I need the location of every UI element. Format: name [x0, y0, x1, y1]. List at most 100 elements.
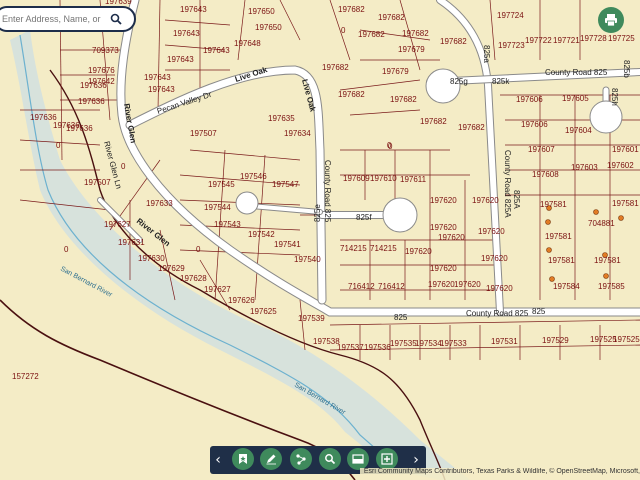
point-marker — [545, 219, 551, 225]
road-label: County Road 825A — [503, 150, 512, 218]
parcel-id: 197531 — [491, 337, 518, 346]
parcel-id: 197723 — [498, 41, 525, 50]
parcel-id: 197620 — [430, 196, 457, 205]
parcel-id: 197728 — [580, 34, 607, 43]
parcel-id: 197611 — [400, 175, 427, 184]
print-button[interactable] — [598, 7, 624, 33]
parcel-id: 709373 — [92, 46, 119, 55]
parcel-id: 197534 — [415, 339, 442, 348]
parcel-id: 197679 — [398, 45, 425, 54]
parcel-id: 197682 — [378, 13, 405, 22]
parcel-id: 197620 — [405, 247, 432, 256]
add-data-button[interactable] — [376, 448, 398, 470]
search-button[interactable] — [104, 9, 128, 29]
cul-de-sac-825h — [589, 100, 623, 134]
cul-de-sac-west — [235, 191, 259, 215]
parcel-id: 197581 — [540, 200, 567, 209]
search-input[interactable] — [0, 13, 104, 25]
parcel-id: 197636 — [78, 97, 105, 106]
parcel-id: 197602 — [607, 161, 634, 170]
road-label: County Road 825 — [466, 309, 529, 318]
parcel-id: 197620 — [430, 223, 457, 232]
road-label: 825h — [610, 88, 619, 106]
parcel-id: 197643 — [180, 5, 207, 14]
road-label: 825 — [394, 313, 408, 322]
parcel-id: 197620 — [472, 196, 499, 205]
parcel-id: 197525 — [613, 335, 640, 344]
parcel-id: 197682 — [420, 117, 447, 126]
parcel-id: 197610 — [370, 174, 397, 183]
chevron-right-icon: › — [413, 452, 419, 468]
parcel-id: 197609 — [343, 174, 370, 183]
parcel-id: 197722 — [525, 36, 552, 45]
parcel-id: 197581 — [594, 256, 621, 265]
parcel-id: 197507 — [84, 178, 111, 187]
parcel-id: 197682 — [338, 5, 365, 14]
road-label: 825a — [482, 45, 491, 63]
parcel-id: 197539 — [298, 314, 325, 323]
draw-pencil-icon — [266, 454, 276, 465]
measure-icon — [296, 454, 306, 465]
parcel-id: 197620 — [481, 254, 508, 263]
parcel-id: 197682 — [458, 123, 485, 132]
parcel-id: 197682 — [322, 63, 349, 72]
parcel-id: 197682 — [338, 90, 365, 99]
parcel-id: 197547 — [272, 180, 299, 189]
parcel-id: 197581 — [612, 199, 639, 208]
parcel-id: 197628 — [180, 274, 207, 283]
toolbar-prev-button[interactable]: ‹ — [212, 452, 224, 468]
parcel-id: 197541 — [274, 240, 301, 249]
road-label: 825 — [532, 307, 546, 316]
parcel-id: 197643 — [144, 73, 171, 82]
point-marker — [593, 209, 599, 215]
parcel-id: 197643 — [173, 29, 200, 38]
parcel-id: 197724 — [497, 11, 524, 20]
parcel-id: 197601 — [612, 145, 639, 154]
parcel-id: 0 — [196, 245, 201, 254]
parcel-id: 716412 — [348, 282, 375, 291]
point-marker — [549, 276, 555, 282]
parcel-id: 0 — [64, 245, 69, 254]
draw-button[interactable] — [260, 448, 282, 470]
parcel-id: 197606 — [516, 95, 543, 104]
parcel-id: 714215 — [340, 244, 367, 253]
parcel-id: 197540 — [294, 255, 321, 264]
parcel-id: 197627 — [204, 285, 231, 294]
parcel-id: 197544 — [204, 203, 231, 212]
search-bar — [0, 6, 136, 32]
parcel-id: 197543 — [214, 220, 241, 229]
parcel-id: 197546 — [240, 172, 267, 181]
parcel-id: 0 — [56, 141, 61, 150]
cul-de-sac-825g — [425, 68, 461, 104]
parcel-id: 197633 — [146, 199, 173, 208]
parcel-id: 197634 — [284, 129, 311, 138]
parcel-map[interactable]: 197639 197643 197650 197682 197682 19772… — [0, 0, 640, 480]
parcel-id: 197630 — [138, 254, 165, 263]
parcel-id: 197682 — [358, 30, 385, 39]
parcel-id: 197607 — [528, 145, 555, 154]
parcel-id: 0 — [387, 141, 392, 150]
road-label: 825A — [512, 190, 521, 209]
point-marker — [618, 215, 624, 221]
measure-button[interactable] — [290, 448, 312, 470]
parcel-id: 197620 — [428, 280, 455, 289]
road-label: 825g — [450, 77, 468, 86]
search-icon — [110, 13, 122, 25]
bookmark-button[interactable] — [232, 448, 254, 470]
parcel-id: 197507 — [190, 129, 217, 138]
parcel-id: 197581 — [545, 232, 572, 241]
search-map-icon — [325, 454, 336, 465]
parcel-id: 197626 — [228, 296, 255, 305]
parcel-id: 197676 — [88, 66, 115, 75]
toolbar-next-button[interactable]: › — [410, 452, 422, 468]
basemap-button[interactable] — [347, 448, 369, 470]
parcel-id: 197620 — [430, 264, 457, 273]
road-label: 825b — [622, 60, 631, 78]
parcel-id: 197635 — [268, 114, 295, 123]
parcel-id: 197536 — [364, 343, 391, 352]
parcel-id: 197643 — [167, 55, 194, 64]
parcel-id: 197627 — [104, 220, 131, 229]
map-search-button[interactable] — [319, 448, 341, 470]
parcel-id: 197679 — [382, 67, 409, 76]
map-attribution: Esri Community Maps Contributors, Texas … — [360, 468, 640, 480]
